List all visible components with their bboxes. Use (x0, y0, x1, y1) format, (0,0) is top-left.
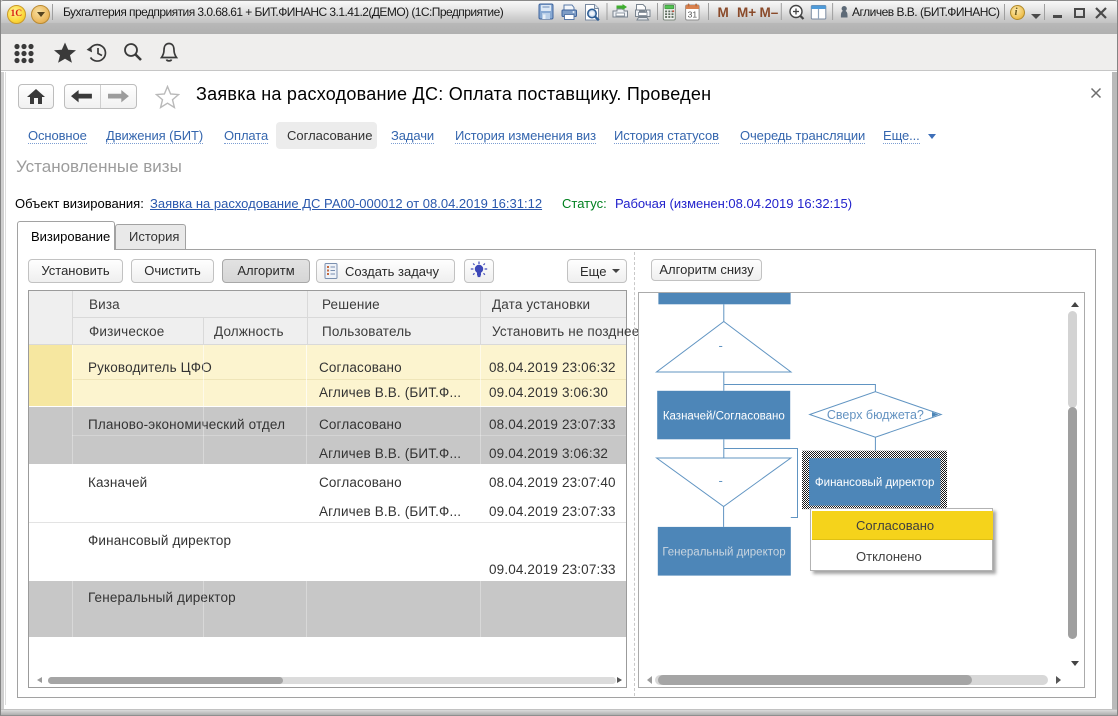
svg-text:Казначей/Согласовано: Казначей/Согласовано (663, 411, 785, 423)
svg-text:Генеральный директор: Генеральный директор (662, 547, 785, 559)
svg-text:-: - (719, 338, 723, 353)
svg-text:М: М (718, 5, 729, 20)
svg-text:Финансовый директор: Финансовый директор (815, 477, 935, 489)
svg-text:-: - (719, 473, 723, 488)
svg-text:Сверх бюджета?: Сверх бюджета? (827, 408, 924, 422)
svg-text:М–: М– (760, 5, 779, 20)
svg-text:М+: М+ (737, 5, 756, 20)
svg-text:31: 31 (688, 10, 698, 20)
